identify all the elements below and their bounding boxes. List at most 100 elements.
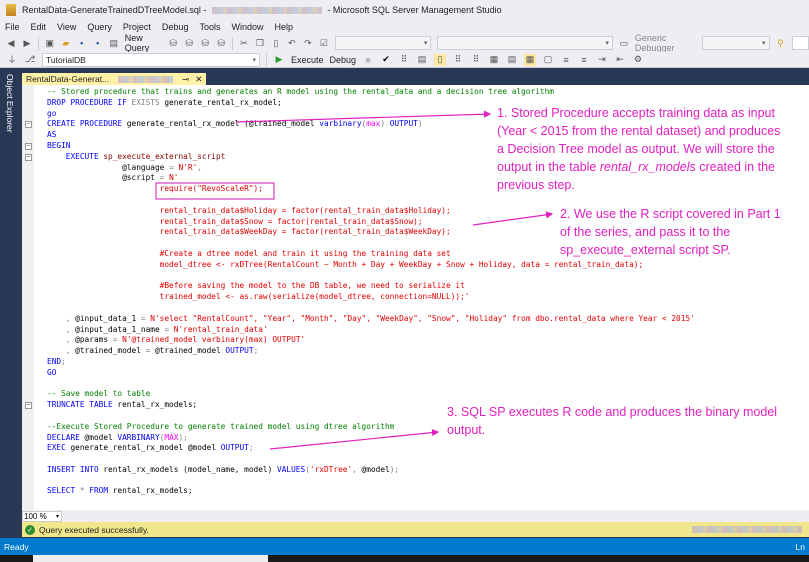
code-token: MAX bbox=[164, 432, 179, 442]
separator bbox=[266, 53, 267, 66]
menu-tools[interactable]: Tools bbox=[199, 22, 220, 32]
close-icon[interactable]: ✕ bbox=[195, 74, 202, 85]
object-explorer-collapsed[interactable]: Object Explorer bbox=[0, 68, 20, 538]
code-line: END; bbox=[47, 357, 695, 368]
code-token: VALUES bbox=[277, 464, 306, 474]
taskbar-strip bbox=[0, 555, 809, 562]
back-icon[interactable]: ◀ bbox=[6, 37, 16, 49]
query-options-icon[interactable]: ▤ bbox=[416, 54, 428, 66]
code-token: EXISTS bbox=[131, 97, 160, 107]
code-token: ) bbox=[417, 119, 423, 129]
code-token: GO bbox=[47, 367, 57, 377]
code-token: @language bbox=[47, 162, 170, 172]
connect-icon[interactable]: ⏚ bbox=[6, 54, 18, 66]
menu-help[interactable]: Help bbox=[274, 22, 293, 32]
results-grid-icon[interactable]: ▦ bbox=[524, 53, 537, 66]
code-token: go bbox=[47, 108, 57, 118]
collapse-icon[interactable]: − bbox=[25, 121, 32, 128]
code-token: FROM bbox=[89, 486, 109, 496]
menu-window[interactable]: Window bbox=[231, 22, 263, 32]
execute-button[interactable]: Execute bbox=[291, 55, 324, 65]
undo-icon[interactable]: ↶ bbox=[287, 37, 297, 49]
estimated-plan-icon[interactable]: ⠿ bbox=[398, 54, 410, 66]
tab-query-file[interactable]: RentalData-Generat... ⊸ ✕ bbox=[22, 73, 207, 85]
copy-icon[interactable]: ❐ bbox=[255, 37, 265, 49]
code-token: @input_data_1_name bbox=[75, 324, 165, 334]
cut-icon[interactable]: ✂ bbox=[239, 37, 249, 49]
menu-debug[interactable]: Debug bbox=[162, 22, 189, 32]
zoom-dropdown[interactable]: 100 % ▾ bbox=[22, 510, 62, 522]
code-token: BEGIN bbox=[47, 140, 71, 150]
debug-button[interactable]: Debug bbox=[330, 55, 357, 65]
save-all-icon[interactable]: ▪ bbox=[93, 37, 103, 49]
query-status-message: Query executed successfully. bbox=[39, 524, 149, 535]
debugger-icon: ▭ bbox=[619, 37, 629, 48]
code-token: 'rxDTree' bbox=[309, 464, 353, 474]
uncomment-icon[interactable]: ≡ bbox=[578, 54, 590, 66]
code-token: TRUNCATE TABLE bbox=[47, 400, 113, 410]
client-stats-icon[interactable]: ▦ bbox=[488, 54, 500, 66]
code-token: N'select "RentalCount", "Year", "Month",… bbox=[145, 313, 695, 323]
code-token: max bbox=[366, 119, 381, 129]
intellisense-icon[interactable]: ▯ bbox=[434, 53, 447, 66]
solution-config-dropdown[interactable]: ▾ bbox=[334, 36, 432, 50]
code-line: #Before saving the model to the DB table… bbox=[47, 281, 695, 292]
code-token: @model bbox=[356, 464, 390, 474]
find-input[interactable] bbox=[791, 36, 809, 50]
code-token: @script bbox=[47, 173, 160, 183]
indent-icon[interactable]: ⇥ bbox=[596, 54, 608, 66]
code-token: EXECUTE bbox=[65, 151, 99, 161]
menu-project[interactable]: Project bbox=[123, 22, 151, 32]
collapse-icon[interactable]: − bbox=[25, 143, 32, 150]
query-db-icon[interactable]: ⛁ bbox=[168, 37, 178, 49]
menu-view[interactable]: View bbox=[57, 22, 76, 32]
solution-icon[interactable]: ☑ bbox=[319, 37, 329, 49]
debugger-dropdown[interactable]: Generic Debugger bbox=[635, 33, 696, 53]
open-file-icon[interactable]: ▰ bbox=[61, 37, 71, 49]
object-explorer-label[interactable]: Object Explorer bbox=[5, 74, 15, 133]
stop-icon[interactable]: ■ bbox=[362, 54, 374, 66]
code-token: VARBINARY bbox=[117, 432, 160, 442]
code-token: @params bbox=[75, 335, 113, 345]
results-file-icon[interactable]: ▢ bbox=[542, 54, 554, 66]
menu-query[interactable]: Query bbox=[87, 22, 112, 32]
query-dmx-icon[interactable]: ⛁ bbox=[216, 37, 226, 49]
menu-file[interactable]: File bbox=[5, 22, 20, 32]
change-connection-icon[interactable]: ⎇ bbox=[24, 54, 36, 66]
debug-target-dropdown[interactable]: ▾ bbox=[702, 36, 770, 50]
forward-icon[interactable]: ▶ bbox=[22, 37, 32, 49]
collapse-icon[interactable]: − bbox=[25, 402, 32, 409]
code-token: SELECT bbox=[47, 486, 76, 496]
collapse-icon[interactable]: − bbox=[25, 154, 32, 161]
code-token: OUTPUT bbox=[220, 443, 249, 453]
outdent-icon[interactable]: ⇤ bbox=[614, 54, 626, 66]
code-token: rental_rx_models; bbox=[112, 400, 198, 410]
comment-icon[interactable]: ≡ bbox=[560, 54, 572, 66]
paste-icon[interactable]: ▯ bbox=[271, 37, 281, 49]
code-token: -- Save model to table bbox=[47, 389, 151, 399]
results-text-icon[interactable]: ▤ bbox=[506, 54, 518, 66]
save-icon[interactable]: ▪ bbox=[77, 37, 87, 49]
query-mdx-icon[interactable]: ⛁ bbox=[200, 37, 210, 49]
ssms-app-icon bbox=[6, 4, 16, 16]
actual-plan-icon[interactable]: ⠿ bbox=[452, 54, 464, 66]
code-token: , bbox=[47, 346, 76, 356]
redo-icon[interactable]: ↷ bbox=[303, 37, 313, 49]
code-line: model_dtree <- rxDTree(RentalCount ~ Mon… bbox=[47, 260, 695, 271]
parse-icon[interactable]: ✔ bbox=[380, 54, 392, 66]
platform-dropdown[interactable]: ▾ bbox=[437, 36, 613, 50]
pin-icon[interactable]: ⊸ bbox=[182, 74, 189, 85]
editor-zoom-bar: 100 % ▾ bbox=[22, 510, 809, 522]
code-line: , @input_data_1 = N'select "RentalCount"… bbox=[47, 314, 695, 325]
new-query-button[interactable]: New Query bbox=[125, 33, 162, 53]
database-dropdown[interactable]: TutorialDB ▾ bbox=[42, 52, 260, 67]
live-stats-icon[interactable]: ⠿ bbox=[470, 54, 482, 66]
specify-values-icon[interactable]: ⚙ bbox=[632, 54, 644, 66]
query-analysis-icon[interactable]: ⛁ bbox=[184, 37, 194, 49]
code-token: AS bbox=[47, 130, 57, 140]
menu-edit[interactable]: Edit bbox=[31, 22, 47, 32]
find-icon[interactable]: ⚲ bbox=[776, 37, 786, 49]
new-project-icon[interactable]: ▣ bbox=[45, 37, 55, 49]
